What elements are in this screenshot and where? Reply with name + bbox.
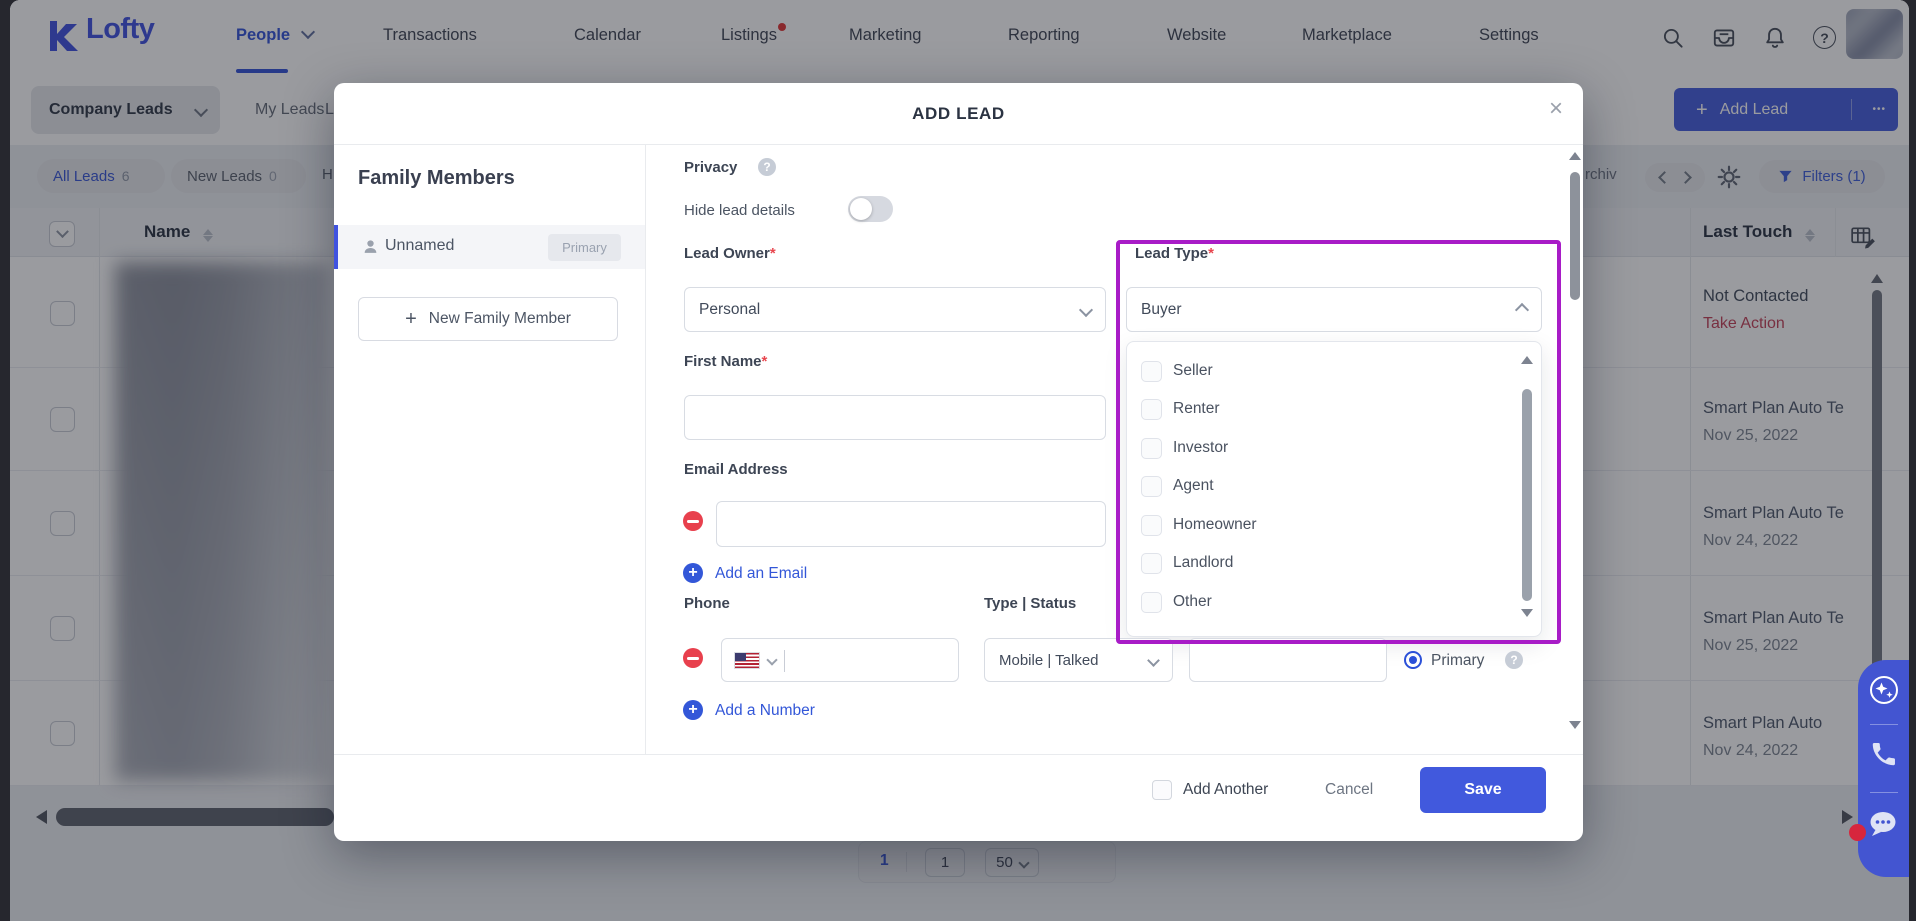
lead-type-highlight-box [1116,240,1561,644]
remove-phone-icon[interactable] [683,648,703,668]
lead-owner-select[interactable]: Personal [684,287,1106,332]
phone-call-icon[interactable] [1870,740,1898,773]
chevron-down-icon [1079,302,1093,316]
phone-extra-input[interactable] [1189,638,1387,682]
modal-scroll-down-arrow[interactable] [1569,721,1581,729]
chevron-down-icon [1147,654,1160,667]
modal-scrollbar-thumb[interactable] [1570,172,1580,300]
remove-email-icon[interactable] [683,511,703,531]
active-indicator [334,225,338,269]
save-button[interactable]: Save [1420,767,1546,813]
person-icon [362,238,379,260]
chat-icon[interactable] [1867,810,1901,845]
add-another-label[interactable]: Add Another [1183,781,1268,799]
email-label: Email Address [684,461,788,478]
type-status-label: Type | Status [984,595,1076,612]
modal-scroll-up-arrow[interactable] [1569,152,1581,160]
ai-assistant-icon[interactable] [1866,672,1902,713]
add-number-link[interactable]: Add a Number [715,702,815,720]
phone-input[interactable] [721,638,959,682]
close-icon[interactable]: × [1549,97,1563,121]
family-member-item[interactable]: Unnamed Primary [334,225,645,269]
add-number-icon[interactable]: + [683,700,703,720]
dock-divider [1870,724,1898,725]
privacy-label: Privacy [684,159,737,176]
chevron-down-icon [766,654,777,665]
primary-label: Primary [1431,652,1484,670]
privacy-help-icon[interactable]: ? [758,158,776,176]
type-status-select[interactable]: Mobile | Talked [984,638,1173,682]
text-caret [784,650,785,672]
new-family-member-button[interactable]: + New Family Member [358,297,618,341]
first-name-input[interactable] [684,395,1106,440]
lead-owner-label: Lead Owner* [684,245,776,262]
cancel-button[interactable]: Cancel [1325,781,1373,799]
phone-label: Phone [684,595,730,612]
hide-lead-details-label: Hide lead details [684,202,795,219]
family-members-heading: Family Members [358,167,515,190]
hide-lead-details-toggle[interactable] [848,196,893,222]
email-input[interactable] [716,501,1106,547]
member-name: Unnamed [385,237,454,255]
add-email-icon[interactable]: + [683,563,703,583]
floating-action-dock [1858,660,1909,877]
us-flag-icon[interactable] [734,652,760,669]
add-another-checkbox[interactable] [1152,780,1172,800]
first-name-label: First Name* [684,353,767,370]
add-email-link[interactable]: Add an Email [715,565,807,583]
modal-title: ADD LEAD [334,83,1583,144]
primary-badge: Primary [548,234,621,261]
primary-help-icon[interactable]: ? [1505,651,1523,669]
dock-divider [1870,792,1898,793]
chat-badge-dot [1849,824,1866,841]
primary-radio[interactable] [1404,651,1422,669]
